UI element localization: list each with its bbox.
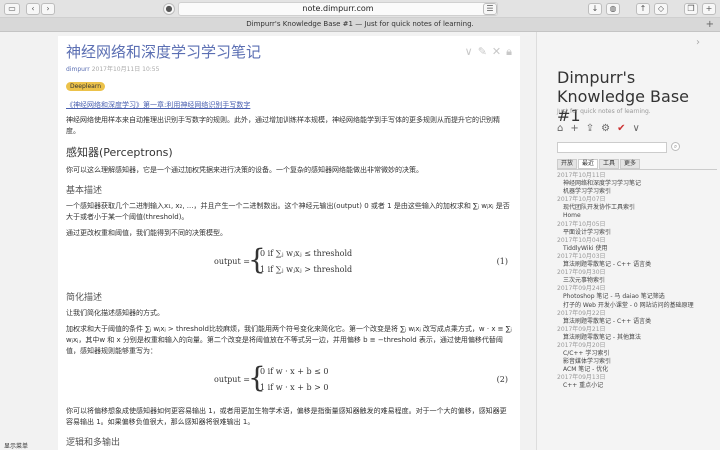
- recent-item[interactable]: 神经网络和深度学习学习笔记: [557, 180, 719, 188]
- recent-item[interactable]: 平面设计学习索引: [557, 229, 719, 237]
- more-icon[interactable]: ∨: [633, 123, 640, 134]
- page-controls: ⌂ + ⇪ ⚙ ✔ ∨: [557, 123, 647, 134]
- basic-paragraph: 一个感知器获取几个二进制输入x₁, x₂, ...，并且产生一个二进制数出。这个…: [66, 202, 510, 221]
- bias-paragraph: 你可以将偏移想象成使感知器如何更容易输出 1，或者用更加生物学术语，偏移是指衡量…: [66, 407, 507, 426]
- download-icon[interactable]: ↓: [588, 3, 602, 15]
- more-actions-icon[interactable]: ∨: [465, 45, 473, 58]
- sidebar-tab[interactable]: 更多: [620, 159, 641, 169]
- new-tiddler-icon[interactable]: +: [570, 123, 578, 134]
- tabs-divider: [557, 169, 717, 170]
- equation-1-lhs: output =: [214, 257, 250, 266]
- recent-date: 2017年09月22日: [557, 309, 606, 317]
- recent-item[interactable]: C/C++ 学习索引: [557, 350, 719, 358]
- author-link[interactable]: dimpurr: [66, 66, 90, 73]
- add-tab-icon[interactable]: +: [706, 18, 714, 31]
- intro-paragraph: 神经网络使用样本来自动推理出识别手写数字的规则。此外，通过增加训练样本规模，神经…: [66, 116, 500, 135]
- tiddler-title[interactable]: 神经网络和深度学习学习笔记: [66, 43, 512, 62]
- perceptron-paragraph: 你可以这么理解感知器，它是一个通过加权凭据来进行决策的设备。一个复杂的感知器网络…: [66, 166, 423, 174]
- forward-icon[interactable]: ›: [41, 3, 55, 15]
- recent-item[interactable]: Home: [557, 212, 719, 220]
- search-options-icon[interactable]: ⌕: [671, 142, 680, 151]
- story-river: 神经网络和深度学习学习笔记 ∨ ✎ ✕ 🔒︎ dimpurr 2017年10月11日 …: [0, 32, 536, 450]
- recent-item[interactable]: C++ 重点小记: [557, 382, 719, 390]
- edit-icon[interactable]: ✎: [478, 45, 487, 58]
- site-title: Dimpurr's Knowledge Base #1: [557, 68, 689, 125]
- tiddler-date: 2017年10月11日 10:55: [91, 66, 160, 73]
- recent-item[interactable]: TiddlyWiki 使用: [557, 245, 719, 253]
- simplified-paragraph-2: 加权求和大于阈值的条件 ∑ⱼ wⱼxⱼ > threshold比较麻烦，我们能用…: [66, 325, 512, 355]
- equation-1: output = { 0 if ∑ⱼ wⱼxⱼ ≤ threshold 1 if…: [66, 245, 512, 283]
- close-icon[interactable]: ✕: [492, 45, 501, 58]
- tiddler-card: 神经网络和深度学习学习笔记 ∨ ✎ ✕ 🔒︎ dimpurr 2017年10月11日 …: [58, 36, 520, 450]
- lock-icon[interactable]: 🔒︎: [506, 45, 512, 58]
- new-tab-icon[interactable]: +: [702, 3, 716, 15]
- address-bar[interactable]: note.dimpurr.com ↻: [178, 2, 498, 16]
- sidebar: › Dimpurr's Knowledge Base #1 Just for q…: [536, 32, 720, 450]
- equation-1-case-1: 1 if ∑ⱼ wⱼxⱼ > threshold: [260, 265, 353, 274]
- site-subtitle: Just for quick notes of learning.: [557, 108, 651, 115]
- tiddler-meta: dimpurr 2017年10月11日 10:55: [66, 64, 512, 73]
- save-icon[interactable]: ✔: [617, 123, 625, 134]
- recent-list: 2017年10月11日 神经网络和深度学习学习笔记 机器学习学习索引 2017年10月…: [557, 172, 719, 391]
- equation-2-case-0: 0 if w · x + b ≤ 0: [260, 367, 329, 376]
- home-icon[interactable]: ⌂: [557, 123, 563, 134]
- reader-icon[interactable]: ☰: [483, 3, 497, 15]
- extension-icon[interactable]: ◍: [606, 3, 620, 15]
- sidebar-tab[interactable]: 开放: [557, 159, 578, 169]
- recent-date: 2017年10月04日: [557, 236, 606, 244]
- equation-1-case-0: 0 if ∑ⱼ wⱼxⱼ ≤ threshold: [260, 249, 353, 258]
- equation-2-number: (2): [496, 375, 508, 384]
- recent-date: 2017年10月11日: [557, 172, 606, 179]
- equation-2-lhs: output =: [214, 375, 250, 384]
- pocket-icon[interactable]: ◇: [654, 3, 668, 15]
- tag-pill[interactable]: Deeplearn: [66, 82, 106, 91]
- recent-item[interactable]: 现代团队开发协作工具索引: [557, 204, 719, 212]
- heading-logic: 逻辑和多输出: [66, 438, 121, 448]
- heading-basic: 基本描述: [66, 186, 103, 196]
- settings-icon[interactable]: ⚙: [601, 123, 610, 134]
- heading-perceptron: 感知器(Perceptrons): [66, 146, 173, 159]
- sidebar-toggle-icon[interactable]: ▭: [4, 3, 20, 15]
- recent-item[interactable]: 算法刷题零散笔记 - 其他算法: [557, 334, 719, 342]
- collapse-sidebar-icon[interactable]: ›: [696, 37, 700, 48]
- recent-item[interactable]: Photoshop 笔记 - 马 daiao 笔记筛选: [557, 293, 719, 301]
- simplified-paragraph: 让我们简化描述感知器的方式。: [66, 309, 164, 317]
- recent-item[interactable]: 打子的 Web 开发小课堂 - 0 网站访问的基础原理: [557, 302, 719, 310]
- sidebar-tab[interactable]: 工具: [599, 159, 620, 169]
- privacy-icon[interactable]: ●: [163, 3, 175, 15]
- tiddler-controls: ∨ ✎ ✕ 🔒︎: [460, 45, 512, 59]
- recent-item[interactable]: 算法刷题零散笔记 - C++ 语言类: [557, 261, 719, 269]
- tabs-overview-icon[interactable]: ❐: [684, 3, 698, 15]
- recent-item[interactable]: 算法刷题零散笔记 - C++ 语言类: [557, 318, 719, 326]
- sidebar-tab[interactable]: 最近: [578, 159, 599, 169]
- recent-date: 2017年09月21日: [557, 325, 606, 333]
- status-bar-text: 显示菜单: [4, 443, 29, 450]
- recent-date: 2017年10月05日: [557, 220, 606, 228]
- recent-date: 2017年09月20日: [557, 341, 606, 349]
- equation-2-case-1: 1 if w · x + b > 0: [260, 383, 329, 392]
- tab-title: Dimpurr's Knowledge Base #1 — Just for q…: [246, 20, 474, 28]
- heading-simplified: 简化描述: [66, 293, 103, 303]
- recent-date: 2017年09月30日: [557, 269, 606, 277]
- search-input[interactable]: [557, 142, 667, 153]
- tab-bar[interactable]: Dimpurr's Knowledge Base #1 — Just for q…: [0, 18, 720, 32]
- decide-paragraph: 通过更改权重和阈值，我们能得到不同的决策模型。: [66, 229, 227, 237]
- sidebar-tabs: 开放 最近 工具 更多: [557, 159, 641, 169]
- equation-2: output = { 0 if w · x + b ≤ 0 1 if w · x…: [66, 363, 512, 401]
- back-icon[interactable]: ‹: [26, 3, 40, 15]
- import-icon[interactable]: ⇪: [586, 123, 594, 134]
- recent-date: 2017年10月03日: [557, 252, 606, 260]
- address-text: note.dimpurr.com: [302, 4, 374, 13]
- share-icon[interactable]: ↑: [636, 3, 650, 15]
- equation-1-number: (1): [496, 257, 508, 266]
- chapter-link[interactable]: 《神经网络和深度学习》第一章:利用神经网络识别手写数字: [66, 100, 512, 110]
- browser-toolbar: ▭ ‹ › ● note.dimpurr.com ↻ ☰ ↓ ◍ ↑ ◇ ❐ +: [0, 0, 720, 18]
